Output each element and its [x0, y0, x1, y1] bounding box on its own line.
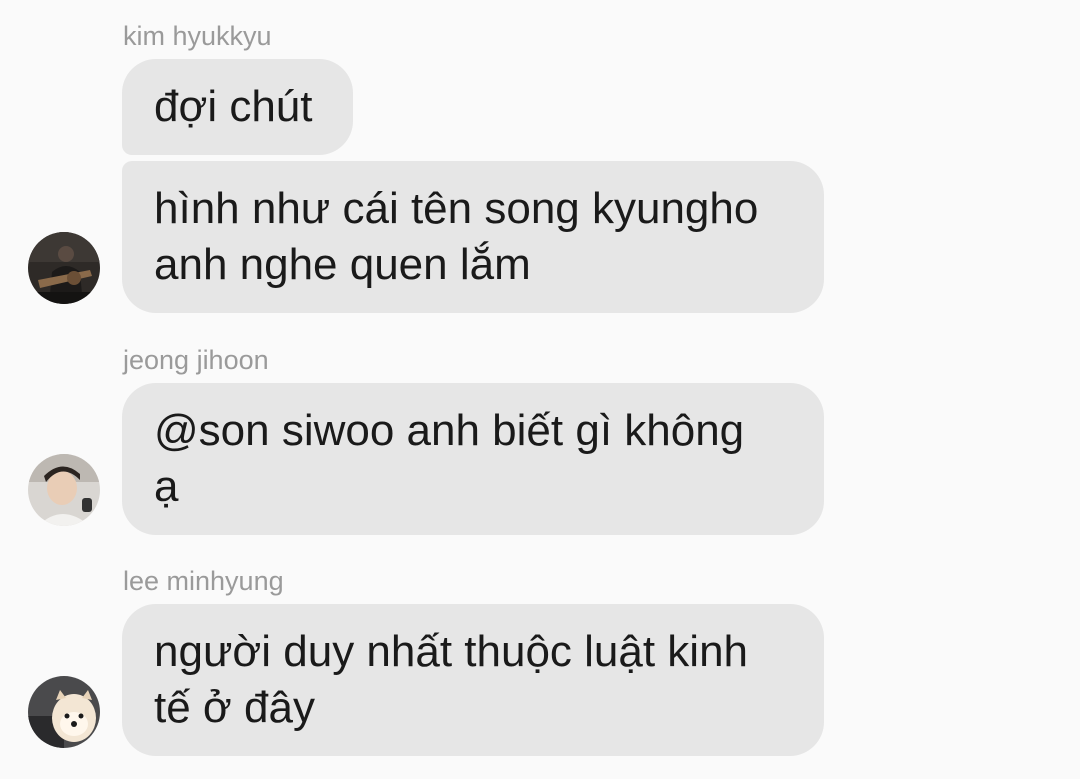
- message-text: đợi chút: [154, 82, 313, 131]
- message-text: @son siwoo anh biết gì không ạ: [154, 406, 745, 511]
- guitar-player-photo-icon: [28, 232, 100, 304]
- person-photo-icon: [28, 454, 100, 526]
- avatar[interactable]: [28, 454, 100, 526]
- sender-name: lee minhyung: [123, 566, 284, 596]
- message-bubble[interactable]: người duy nhất thuộc luật kinh tế ở đây: [122, 604, 824, 756]
- message-bubble[interactable]: @son siwoo anh biết gì không ạ: [122, 383, 824, 535]
- message-bubble[interactable]: hình như cái tên song kyungho anh nghe q…: [122, 161, 824, 313]
- chat-thread: kim hyukkyu đợi chút hình như cái tên so…: [0, 0, 1080, 779]
- avatar[interactable]: [28, 232, 100, 304]
- sender-name: jeong jihoon: [123, 345, 269, 375]
- sender-name: kim hyukkyu: [123, 21, 272, 51]
- dog-photo-icon: [28, 676, 100, 748]
- message-text: người duy nhất thuộc luật kinh tế ở đây: [154, 627, 749, 732]
- message-text: hình như cái tên song kyungho anh nghe q…: [154, 184, 759, 289]
- message-bubble[interactable]: đợi chút: [122, 59, 353, 155]
- avatar[interactable]: [28, 676, 100, 748]
